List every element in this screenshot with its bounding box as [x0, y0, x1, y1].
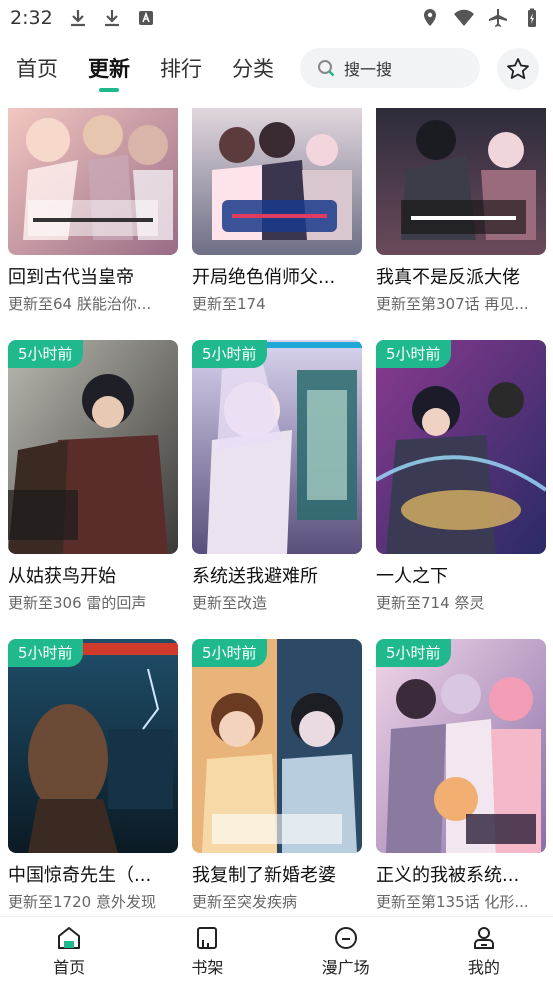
comic-cover: [8, 108, 178, 255]
bookshelf-icon: [197, 926, 218, 949]
update-time-badge: 5小时前: [192, 340, 267, 368]
nav-profile-label: 我的: [467, 957, 500, 977]
comic-latest-chapter: 更新至突发疾病: [192, 893, 298, 911]
profile-icon: [473, 926, 494, 949]
comic-cover: [376, 108, 546, 255]
star-icon: [507, 58, 529, 79]
tab-update[interactable]: 更新: [88, 46, 130, 90]
top-nav: 首页 更新 排行 分类 搜一搜: [0, 40, 553, 96]
comic-card[interactable]: 我真不是反派大佬 更新至第307话 再见...: [376, 108, 546, 314]
comic-title: 我真不是反派大佬: [376, 267, 520, 288]
bottom-nav: 首页 书架 漫广场 我的: [0, 916, 553, 984]
update-time-badge: 5小时前: [376, 340, 451, 368]
comic-latest-chapter: 更新至第307话 再见...: [376, 295, 529, 313]
comic-cover: 5小时前: [192, 340, 362, 554]
status-bar: 2:32: [0, 0, 553, 36]
search-placeholder: 搜一搜: [344, 60, 393, 79]
comic-title: 一人之下: [376, 566, 448, 587]
location-icon: [419, 7, 441, 29]
nav-square-label: 漫广场: [321, 957, 370, 977]
comic-latest-chapter: 更新至64 朕能治你...: [8, 295, 152, 313]
tab-category[interactable]: 分类: [232, 46, 274, 90]
comic-grid: 回到古代当皇帝 更新至64 朕能治你... 开局绝色俏师父... 更新至174 …: [0, 108, 553, 916]
nav-home[interactable]: 首页: [0, 917, 138, 984]
nav-square[interactable]: 漫广场: [277, 917, 415, 984]
comic-card[interactable]: 5小时前 从姑获鸟开始 更新至306 雷的回声: [8, 340, 178, 613]
comic-title: 正义的我被系统...: [376, 865, 520, 886]
comic-cover: 5小时前: [376, 639, 546, 853]
comic-card[interactable]: 5小时前 系统送我避难所 更新至改造: [192, 340, 362, 613]
comic-title: 回到古代当皇帝: [8, 267, 134, 288]
search-icon: [318, 60, 335, 77]
update-time-badge: 5小时前: [192, 639, 267, 667]
update-time-badge: 5小时前: [8, 340, 83, 368]
tab-ranking[interactable]: 排行: [160, 46, 202, 90]
comic-card[interactable]: 5小时前 正义的我被系统... 更新至第135话 化形...: [376, 639, 546, 912]
comic-cover: 5小时前: [8, 639, 178, 853]
comic-cover: 5小时前: [192, 639, 362, 853]
comic-latest-chapter: 更新至第135话 化形...: [376, 893, 529, 911]
download-icon: [101, 7, 123, 29]
update-time-badge: 5小时前: [8, 639, 83, 667]
comic-latest-chapter: 更新至改造: [192, 594, 268, 612]
comic-latest-chapter: 更新至714 祭灵: [376, 594, 485, 612]
star-button[interactable]: [497, 48, 539, 90]
comic-latest-chapter: 更新至306 雷的回声: [8, 594, 147, 612]
comic-latest-chapter: 更新至1720 意外发现: [8, 893, 156, 911]
square-icon: [334, 926, 357, 949]
comic-title: 开局绝色俏师父...: [192, 267, 336, 288]
wifi-icon: [453, 7, 475, 29]
comic-card[interactable]: 回到古代当皇帝 更新至64 朕能治你...: [8, 108, 178, 314]
nav-bookshelf-label: 书架: [191, 957, 224, 977]
tab-home[interactable]: 首页: [16, 46, 58, 90]
home-icon: [58, 926, 81, 949]
comic-card[interactable]: 5小时前 中国惊奇先生（... 更新至1720 意外发现: [8, 639, 178, 912]
nav-profile[interactable]: 我的: [415, 917, 553, 984]
comic-title: 系统送我避难所: [192, 566, 318, 587]
nav-home-label: 首页: [53, 957, 86, 977]
status-time: 2:32: [10, 7, 53, 29]
comic-card[interactable]: 5小时前 我复制了新婚老婆 更新至突发疾病: [192, 639, 362, 912]
comic-title: 中国惊奇先生（...: [8, 865, 152, 886]
search-input[interactable]: 搜一搜: [300, 48, 480, 88]
download-icon: [67, 7, 89, 29]
airplane-icon: [487, 7, 509, 29]
update-time-badge: 5小时前: [376, 639, 451, 667]
comic-title: 从姑获鸟开始: [8, 566, 116, 587]
comic-cover: 5小时前: [376, 340, 546, 554]
comic-card[interactable]: 5小时前 一人之下 更新至714 祭灵: [376, 340, 546, 613]
comic-card[interactable]: 开局绝色俏师父... 更新至174: [192, 108, 362, 314]
comic-title: 我复制了新婚老婆: [192, 865, 336, 886]
battery-charging-icon: [521, 7, 543, 29]
comic-cover: [192, 108, 362, 255]
nav-bookshelf[interactable]: 书架: [138, 917, 276, 984]
comic-cover: 5小时前: [8, 340, 178, 554]
comic-latest-chapter: 更新至174: [192, 295, 266, 313]
font-app-icon: [135, 7, 157, 29]
